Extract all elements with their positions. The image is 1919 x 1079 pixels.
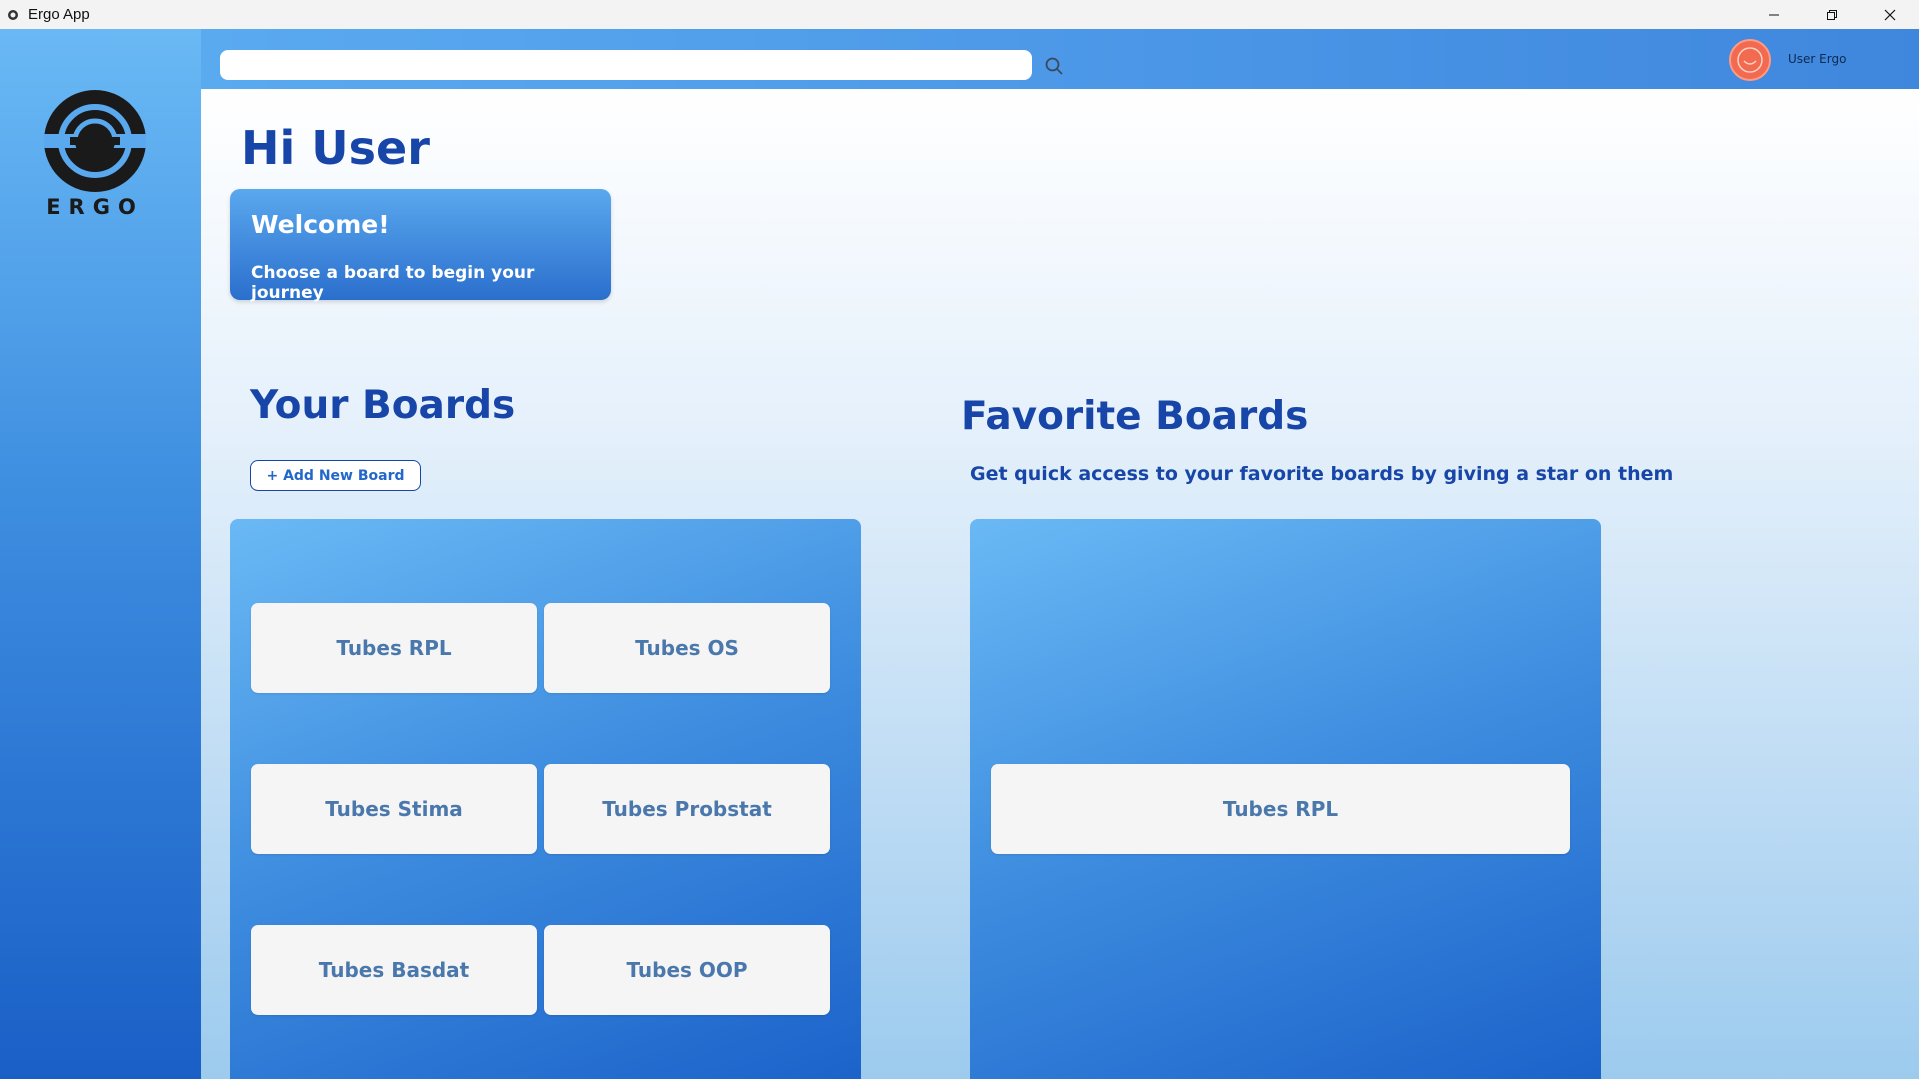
board-card[interactable]: Tubes RPL xyxy=(251,603,537,693)
favorite-board-card[interactable]: Tubes RPL xyxy=(991,764,1570,854)
user-avatar[interactable] xyxy=(1729,39,1771,81)
restore-icon xyxy=(1827,9,1837,20)
your-boards-heading: Your Boards xyxy=(250,383,516,428)
search-icon xyxy=(1045,57,1063,75)
top-header: User Ergo xyxy=(201,29,1919,89)
your-boards-panel: Tubes RPL Tubes OS Tubes Stima Tubes Pro… xyxy=(230,519,861,1079)
board-card-label: Tubes Basdat xyxy=(318,958,470,982)
minimize-icon xyxy=(1769,14,1779,15)
board-card[interactable]: Tubes OS xyxy=(544,603,830,693)
restore-button[interactable] xyxy=(1803,0,1861,29)
board-card[interactable]: Tubes OOP xyxy=(544,925,830,1015)
main-content: Hi User Welcome! Choose a board to begin… xyxy=(201,89,1919,1079)
welcome-card: Welcome! Choose a board to begin your jo… xyxy=(230,189,611,303)
minimize-button[interactable] xyxy=(1745,0,1803,29)
greeting-heading: Hi User xyxy=(241,121,430,175)
favorite-boards-panel: Tubes RPL xyxy=(970,519,1601,1079)
smiley-icon xyxy=(1737,47,1763,73)
title-bar: Ergo App xyxy=(0,0,1919,29)
board-card[interactable]: Tubes Probstat xyxy=(544,764,830,854)
board-card[interactable]: Tubes Stima xyxy=(251,764,537,854)
close-button[interactable] xyxy=(1861,0,1919,29)
add-new-board-button[interactable]: + Add New Board xyxy=(250,460,421,491)
search-input[interactable] xyxy=(220,50,1032,80)
ergo-logo-icon xyxy=(44,90,146,192)
user-name[interactable]: User Ergo xyxy=(1788,52,1846,66)
app-icon xyxy=(6,8,20,22)
favorite-boards-subtitle: Get quick access to your favorite boards… xyxy=(970,463,1674,485)
sidebar: ERGO xyxy=(0,29,201,1079)
board-card-label: Tubes RPL xyxy=(336,636,452,660)
board-card-label: Tubes Stima xyxy=(325,797,463,821)
close-icon xyxy=(1884,9,1896,20)
board-card-label: Tubes RPL xyxy=(1222,797,1339,821)
favorite-boards-heading: Favorite Boards xyxy=(961,394,1309,439)
window-title: Ergo App xyxy=(28,6,90,23)
search-button[interactable] xyxy=(1041,53,1067,79)
welcome-subtitle: Choose a board to begin your journey xyxy=(251,263,535,303)
board-card[interactable]: Tubes Basdat xyxy=(251,925,537,1015)
ergo-logo[interactable]: ERGO xyxy=(40,89,150,219)
welcome-title: Welcome! xyxy=(251,210,390,239)
board-card-label: Tubes OS xyxy=(635,636,739,660)
board-card-label: Tubes Probstat xyxy=(602,797,772,821)
board-card-label: Tubes OOP xyxy=(626,958,748,982)
logo-text: ERGO xyxy=(46,195,144,219)
